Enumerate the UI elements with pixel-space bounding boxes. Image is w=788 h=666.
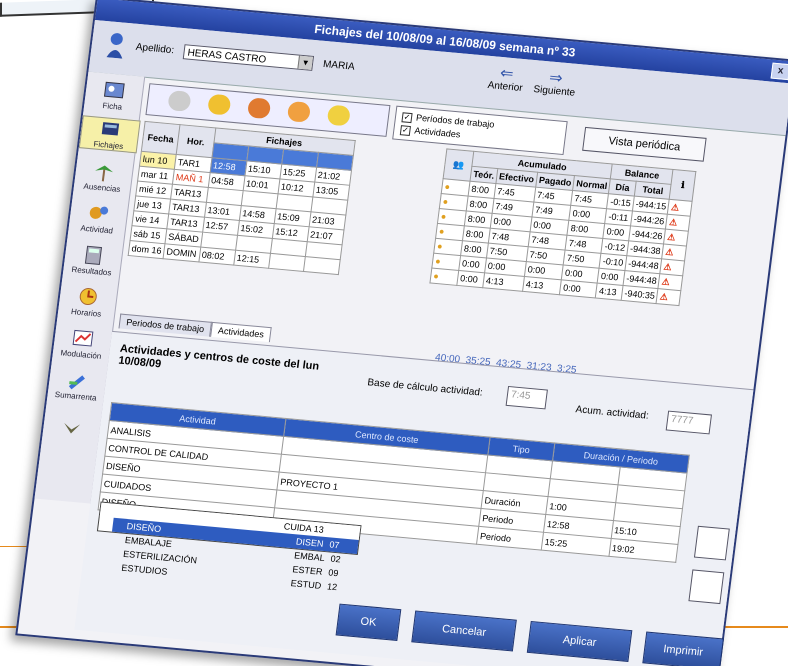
sidebar-item-ausencias[interactable]: Ausencias [74,159,134,195]
next-button[interactable]: ⇒ Siguiente [533,69,578,98]
ok-button[interactable]: OK [335,603,402,641]
fichajes-table: Fecha Hor. Fichajes lun 10 TAR1 12:58 15:10… [127,120,356,276]
table-cell: 08:02 [198,246,236,266]
clock-card-icon [101,122,120,136]
sun-icon[interactable] [207,93,232,116]
warning-icon: ⚠ [656,288,682,306]
table-cell: dom 16 [128,240,165,259]
sidebar-item-label: Fichajes [92,139,124,152]
table-cell: 12:15 [233,250,271,269]
palm-tree-icon [95,165,114,182]
sidebar-item-label: Actividad [79,223,114,236]
num: 13 [313,523,325,535]
item-code: EMBAL [293,550,326,564]
activity-title: Actividades y centros de coste del lun 1… [117,342,320,373]
checkbox-checked-icon[interactable]: ✓ [401,112,413,124]
sidebar-item-extra[interactable] [43,413,102,440]
balance-table: 👥 Acumulado Balance ℹ Teór. Efectivo Pagad… [429,148,697,307]
activity-panel: Actividades y centros de coste del lun 1… [74,330,754,666]
sidebar-item-label: Sumarrenta [54,389,98,403]
table-cell [268,253,305,272]
tab-actividades[interactable]: Actividades [210,321,272,343]
col-hor: Hor. [176,124,216,158]
window-perspective: Fichajes del 10/08/09 al 16/08/09 semana… [0,0,788,666]
sidebar-item-resultados[interactable]: Resultados [63,242,123,278]
lightning-icon[interactable] [326,104,351,127]
gear-icon[interactable] [246,97,272,120]
vista-periodica-button[interactable]: Vista periódica [582,126,707,162]
print-button[interactable]: Imprimir [642,631,724,666]
arrow-icon[interactable] [693,525,730,561]
settings-icon[interactable] [286,100,312,123]
gears-icon [89,206,109,219]
sidebar-item-actividad[interactable]: Actividad [68,201,128,237]
item-num: 07 [328,539,341,551]
table-cell: -940:35 [621,285,659,304]
sidebar-item-label: Horarios [70,307,102,319]
info-icon: ℹ [669,169,697,202]
sidebar-item-fichajes[interactable]: Fichajes [78,115,141,154]
sidebar-item-label: Ficha [101,101,123,112]
table-cell: 0:00 [559,279,598,299]
item-num: 02 [330,553,342,565]
app-window: Fichajes del 10/08/09 al 16/08/09 semana… [15,0,788,666]
tool-icon[interactable] [167,90,192,112]
pencil-icon [68,375,85,390]
first-name: MARIA [322,58,356,73]
col-fecha: Fecha [141,121,181,155]
id-card-icon [103,81,125,99]
check-label: Actividades [413,125,461,140]
table-cell: 4:13 [595,283,623,301]
apellido-select[interactable]: HERAS CASTRO ▼ [182,44,315,71]
base-label: Base de cálculo actividad: [366,377,484,399]
item-num: 12 [326,581,338,593]
sidebar-item-sumarrenta[interactable]: Sumarrenta [47,367,107,403]
checkbox-checked-icon[interactable]: ✓ [399,125,411,137]
schedule-icon [79,288,97,306]
sidebar-item-label: Ausencias [83,181,121,194]
code: CUIDA [283,521,312,534]
chart-icon [72,329,94,347]
calculator-icon [84,245,103,265]
sidebar-item-horarios[interactable]: Horarios [58,284,118,320]
table-cell: DOMIN [163,243,201,262]
prev-button[interactable]: ⇐ Anterior [486,65,525,94]
item-code: ESTUD [290,578,322,591]
base-field[interactable]: 7:45 [505,385,548,410]
item-code: ESTER [291,564,324,577]
acum-label: Acum. actividad: [574,404,650,422]
table-cell: 0:00 [456,270,485,288]
table-cell: 4:13 [522,276,562,295]
chevron-down-icon[interactable]: ▼ [297,55,313,70]
status-icon: ● [429,268,459,286]
table-cell: 4:13 [482,272,525,292]
screenshot-stage: o al a . Fichajes del 10/08/09 al 16/08/… [0,0,788,666]
item-code: DISEN [295,536,325,549]
person-icon [106,33,123,59]
item-num: 09 [327,567,340,579]
prev-label: Anterior [486,79,524,94]
blank-button[interactable] [688,569,725,605]
table-cell [303,256,340,275]
apellido-value: HERAS CASTRO [186,47,267,66]
sidebar-item-modulacion[interactable]: Modulación [52,326,112,362]
apply-button[interactable]: Aplicar [526,620,633,662]
sidebar-item-label: Resultados [70,264,112,278]
bird-icon [64,422,81,434]
cancel-button[interactable]: Cancelar [411,610,517,652]
sidebar-item-ficha[interactable]: Ficha [84,78,144,114]
people-icon: 👥 [443,148,474,182]
apellido-label: Apellido: [135,41,175,57]
sidebar-item-label: Modulación [59,348,102,361]
acum-field[interactable]: 7777 [665,410,712,435]
close-icon[interactable]: x [770,62,788,81]
